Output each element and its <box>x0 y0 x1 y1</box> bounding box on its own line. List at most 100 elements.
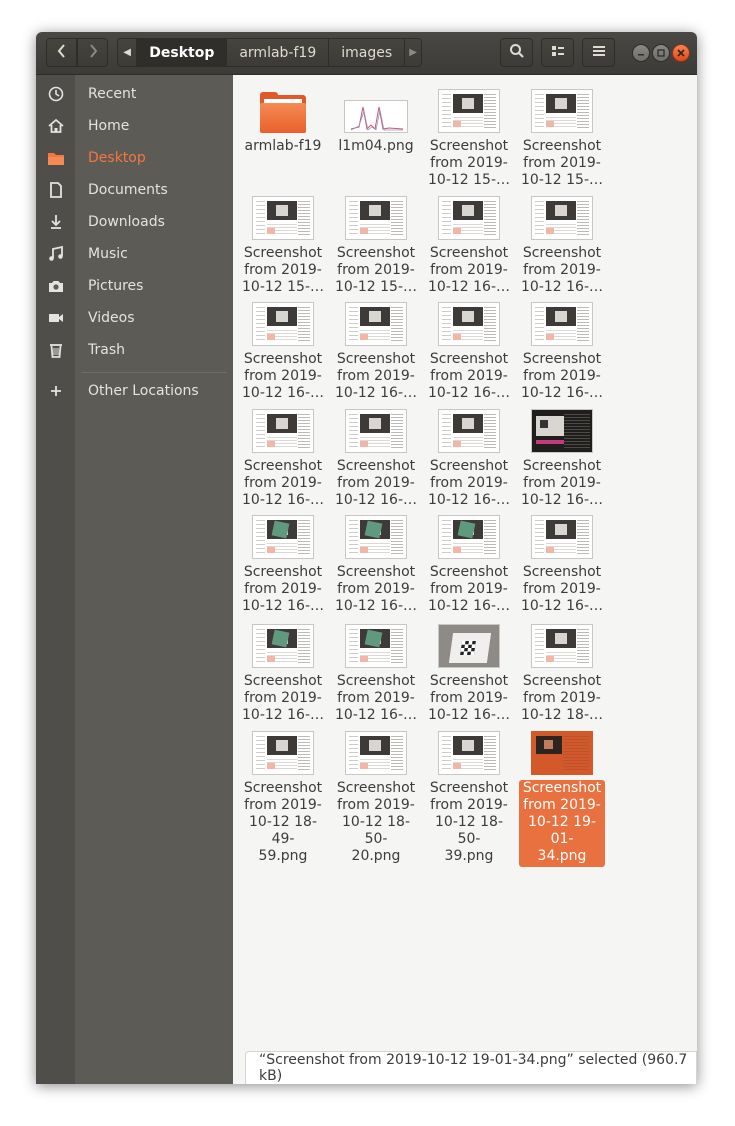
file-item[interactable]: Screenshot from 2019- 10-12 16-… <box>426 618 512 726</box>
sidebar-item-trash[interactable]: Trash <box>36 334 233 366</box>
sidebar-item-documents[interactable]: Documents <box>36 174 233 206</box>
triangle-right-icon: ▶ <box>409 47 417 58</box>
file-name: Screenshot from 2019- 10-12 16-… <box>521 245 603 295</box>
file-name: Screenshot from 2019- 10-12 18-50- 39.pn… <box>429 780 509 864</box>
sidebar-item-home[interactable]: Home <box>36 110 233 142</box>
folder-icon <box>260 92 306 133</box>
file-item[interactable]: Screenshot from 2019- 10-12 18-49- 59.pn… <box>240 725 326 867</box>
thumbnail-area <box>240 296 326 346</box>
sidebar-item-music[interactable]: Music <box>36 238 233 270</box>
file-item[interactable]: Screenshot from 2019- 10-12 18-50- 20.pn… <box>333 725 419 867</box>
file-item[interactable]: l1m04.png <box>333 83 419 157</box>
thumbnail-area <box>519 403 605 453</box>
image-thumbnail <box>252 196 314 240</box>
image-thumbnail <box>531 624 593 668</box>
image-thumbnail <box>252 302 314 346</box>
image-thumbnail <box>345 302 407 346</box>
trash-icon <box>47 341 65 359</box>
video-icon <box>47 309 65 327</box>
file-item[interactable]: Screenshot from 2019- 10-12 16-… <box>333 403 419 511</box>
sidebar-item-other-locations[interactable]: Other Locations <box>36 375 233 407</box>
sidebar-separator <box>82 372 227 373</box>
minimize-button[interactable] <box>632 44 650 62</box>
view-options-button[interactable] <box>541 38 574 67</box>
menu-button[interactable] <box>582 38 615 67</box>
list-view-icon <box>551 43 565 62</box>
thumbnail-area <box>240 725 326 775</box>
file-item[interactable]: Screenshot from 2019- 10-12 16-… <box>426 509 512 617</box>
sidebar-item-label: Other Locations <box>88 383 199 399</box>
file-name: Screenshot from 2019- 10-12 18-49- 59.pn… <box>243 780 323 864</box>
file-name: Screenshot from 2019- 10-12 15-… <box>242 245 324 295</box>
chevron-left-icon <box>57 43 67 62</box>
close-button[interactable] <box>672 44 690 62</box>
forward-button[interactable] <box>77 38 108 67</box>
sidebar-item-label: Documents <box>88 182 168 198</box>
image-thumbnail <box>252 515 314 559</box>
chevron-right-icon <box>88 43 98 62</box>
sidebar-item-pictures[interactable]: Pictures <box>36 270 233 302</box>
image-thumbnail <box>252 624 314 668</box>
file-item[interactable]: Screenshot from 2019- 10-12 16-… <box>240 296 326 404</box>
file-name: Screenshot from 2019- 10-12 18-… <box>521 673 603 723</box>
file-item[interactable]: Screenshot from 2019- 10-12 16-… <box>333 509 419 617</box>
path-scroll-right-button[interactable]: ▶ <box>405 39 421 66</box>
file-item[interactable]: Screenshot from 2019- 10-12 16-… <box>519 296 605 404</box>
sidebar-item-downloads[interactable]: Downloads <box>36 206 233 238</box>
path-segment-desktop[interactable]: Desktop <box>137 39 228 66</box>
thumbnail-area <box>333 725 419 775</box>
file-item[interactable]: Screenshot from 2019- 10-12 18-… <box>519 618 605 726</box>
file-item[interactable]: Screenshot from 2019- 10-12 16-… <box>426 403 512 511</box>
file-item[interactable]: Screenshot from 2019- 10-12 16-… <box>519 190 605 298</box>
sidebar-item-desktop[interactable]: Desktop <box>36 142 233 174</box>
path-segment-images[interactable]: images <box>329 39 406 66</box>
image-thumbnail <box>345 196 407 240</box>
file-item[interactable]: Screenshot from 2019- 10-12 15-… <box>426 83 512 191</box>
file-name: Screenshot from 2019- 10-12 16-… <box>335 673 417 723</box>
file-item[interactable]: Screenshot from 2019- 10-12 16-… <box>240 403 326 511</box>
close-icon <box>677 47 685 60</box>
sidebar-item-videos[interactable]: Videos <box>36 302 233 334</box>
file-item[interactable]: Screenshot from 2019- 10-12 16-… <box>240 509 326 617</box>
image-thumbnail <box>252 731 314 775</box>
search-button[interactable] <box>500 38 533 67</box>
minimize-icon <box>637 47 645 60</box>
image-thumbnail <box>345 624 407 668</box>
file-name: Screenshot from 2019- 10-12 16-… <box>428 673 510 723</box>
file-item[interactable]: Screenshot from 2019- 10-12 16-… <box>333 296 419 404</box>
sidebar-item-label: Music <box>88 246 128 262</box>
file-item[interactable]: Screenshot from 2019- 10-12 15-… <box>240 190 326 298</box>
header-bar: ◀ Desktop armlab-f19 images ▶ <box>36 32 697 75</box>
file-item[interactable]: Screenshot from 2019- 10-12 16-… <box>519 509 605 617</box>
file-item[interactable]: Screenshot from 2019- 10-12 18-50- 39.pn… <box>426 725 512 867</box>
file-item[interactable]: Screenshot from 2019- 10-12 16-… <box>240 618 326 726</box>
file-name: Screenshot from 2019- 10-12 16-… <box>428 351 510 401</box>
thumbnail-area <box>426 509 512 559</box>
file-item[interactable]: Screenshot from 2019- 10-12 19-01- 34.pn… <box>519 725 605 867</box>
back-button[interactable] <box>46 38 77 67</box>
file-name: Screenshot from 2019- 10-12 16-… <box>428 458 510 508</box>
image-thumbnail <box>531 196 593 240</box>
file-item[interactable]: Screenshot from 2019- 10-12 15-… <box>333 190 419 298</box>
sidebar-item-label: Desktop <box>88 150 146 166</box>
thumbnail-area <box>426 296 512 346</box>
thumbnail-area <box>333 83 419 133</box>
file-item[interactable]: Screenshot from 2019- 10-12 16-… <box>333 618 419 726</box>
file-item[interactable]: Screenshot from 2019- 10-12 16-… <box>426 190 512 298</box>
thumbnail-area <box>519 509 605 559</box>
file-item[interactable]: Screenshot from 2019- 10-12 15-… <box>519 83 605 191</box>
file-name: Screenshot from 2019- 10-12 16-… <box>242 564 324 614</box>
plus-icon <box>47 382 65 400</box>
thumbnail-area <box>519 296 605 346</box>
maximize-button[interactable] <box>652 44 670 62</box>
image-thumbnail <box>531 302 593 346</box>
path-scroll-left-button[interactable]: ◀ <box>118 39 138 66</box>
file-item[interactable]: Screenshot from 2019- 10-12 16-… <box>426 296 512 404</box>
thumbnail-area <box>426 190 512 240</box>
path-segment-armlab-f19[interactable]: armlab-f19 <box>227 39 330 66</box>
image-thumbnail <box>345 409 407 453</box>
folder-item[interactable]: armlab-f19 <box>240 83 326 157</box>
sidebar-item-recent[interactable]: Recent <box>36 78 233 110</box>
file-item[interactable]: Screenshot from 2019- 10-12 16-… <box>519 403 605 511</box>
image-thumbnail <box>438 624 500 668</box>
